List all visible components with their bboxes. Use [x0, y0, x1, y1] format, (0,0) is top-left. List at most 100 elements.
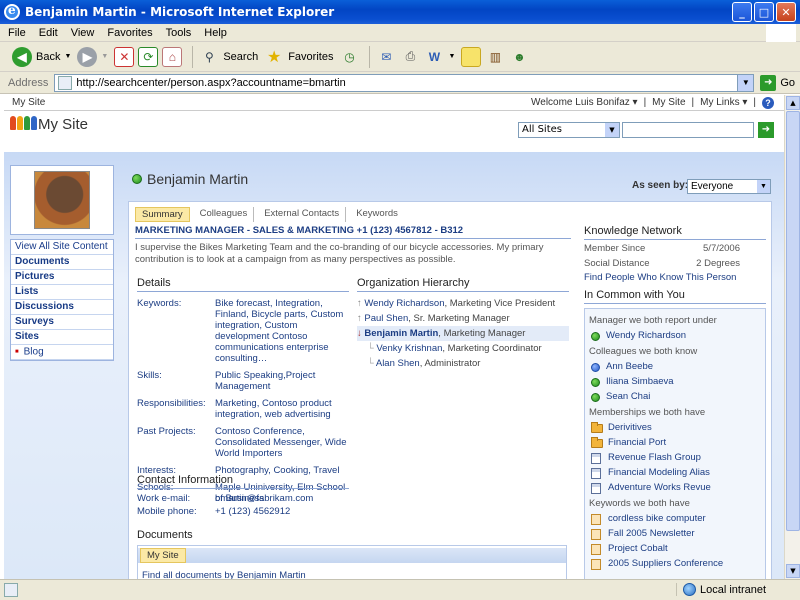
person-link[interactable]: Iliana Simbaeva [606, 376, 674, 388]
detail-value-skills[interactable]: Public Speaking,Project Management [215, 370, 349, 392]
tab-colleagues[interactable]: Colleagues [194, 207, 255, 222]
detail-value-past-projects[interactable]: Contoso Conference, Consolidated Messeng… [215, 426, 349, 459]
logo-bar [17, 116, 23, 130]
back-dropdown-icon[interactable]: ▼ [64, 53, 71, 60]
org-person-link[interactable]: Venky Krishnan [376, 343, 442, 354]
menu-help[interactable]: Help [204, 27, 227, 39]
back-button[interactable]: ◀ Back ▼ [12, 46, 71, 67]
detail-value-responsibilities[interactable]: Marketing, Contoso product integration, … [215, 398, 349, 420]
logo-bar [24, 116, 30, 130]
address-url[interactable]: http://searchcenter/person.aspx?accountn… [76, 77, 345, 89]
site-header: My Site All Sites ▼ ➜ [4, 112, 784, 152]
menu-tools[interactable]: Tools [166, 27, 192, 39]
profile-tabs: Summary Colleagues External Contacts Key… [135, 207, 404, 222]
refresh-icon[interactable]: ⟳ [138, 46, 159, 67]
membership-link[interactable]: Financial Modeling Alias [608, 467, 710, 479]
nav-lists[interactable]: Lists [11, 285, 113, 300]
details-section: Details Keywords: Bike forecast, Integra… [137, 277, 349, 504]
org-role: , Marketing Manager [438, 328, 526, 339]
print-icon[interactable]: ⎙ [400, 47, 420, 67]
contact-row: Work e-mail: bmartin@fabrikam.com [137, 493, 349, 504]
help-icon[interactable]: ? [762, 97, 774, 109]
forward-dropdown-icon[interactable]: ▼ [101, 53, 108, 60]
knowledge-heading: Knowledge Network [584, 225, 682, 237]
minimize-button[interactable]: _ [732, 2, 752, 22]
tab-keywords[interactable]: Keywords [350, 207, 404, 222]
org-person-link[interactable]: Alan Shen [376, 358, 420, 369]
topbar-site-link[interactable]: My Site [12, 97, 45, 108]
research-icon[interactable]: ▥ [485, 47, 505, 67]
close-button[interactable]: ✕ [776, 2, 796, 22]
edit-dropdown-icon[interactable]: ▼ [448, 53, 455, 60]
nav-documents[interactable]: Documents [11, 255, 113, 270]
nav-blog[interactable]: Blog [11, 345, 113, 360]
common-keyword: 2005 Suppliers Conference [589, 558, 761, 570]
documents-tab-my-site[interactable]: My Site [140, 548, 186, 563]
menu-file[interactable]: File [8, 27, 26, 39]
email-link[interactable]: bmartin@fabrikam.com [215, 493, 313, 504]
my-site-link[interactable]: My Site [652, 97, 685, 109]
history-icon[interactable]: ◷ [339, 47, 359, 67]
keyword-icon [591, 558, 601, 570]
org-person-link[interactable]: Paul Shen [364, 313, 408, 324]
membership-link[interactable]: Financial Port [608, 437, 666, 449]
membership-link[interactable]: Revenue Flash Group [608, 452, 701, 464]
view-all-site-content-link[interactable]: View All Site Content [11, 240, 113, 255]
member-since-label: Member Since [584, 243, 646, 254]
find-people-link[interactable]: Find People Who Know This Person [584, 272, 766, 283]
my-links-menu[interactable]: My Links ▾ [700, 97, 747, 109]
membership-link[interactable]: Derivitives [608, 422, 652, 434]
membership-link[interactable]: Adventure Works Revue [608, 482, 711, 494]
profile-tagline: MARKETING MANAGER - SALES & MARKETING +1… [135, 225, 464, 236]
keyword-link[interactable]: cordless bike computer [608, 513, 706, 525]
address-field[interactable]: http://searchcenter/person.aspx?accountn… [54, 73, 755, 92]
mail-icon[interactable]: ✉ [376, 47, 396, 67]
left-navigation: View All Site Content Documents Pictures… [10, 165, 114, 361]
scroll-up-icon[interactable]: ▲ [786, 96, 800, 110]
nav-pictures[interactable]: Pictures [11, 270, 113, 285]
detail-row: Past Projects: Contoso Conference, Conso… [137, 426, 349, 459]
menu-favorites[interactable]: Favorites [107, 27, 152, 39]
scroll-down-icon[interactable]: ▼ [786, 564, 800, 578]
person-link[interactable]: Ann Beebe [606, 361, 653, 373]
common-membership: Revenue Flash Group [589, 452, 761, 464]
tab-summary[interactable]: Summary [135, 207, 190, 222]
nav-sites[interactable]: Sites [11, 330, 113, 345]
favorites-button[interactable]: ★ Favorites [264, 47, 333, 67]
tab-external-contacts[interactable]: External Contacts [258, 207, 347, 222]
home-icon[interactable]: ⌂ [162, 46, 183, 67]
discuss-icon[interactable] [461, 46, 482, 67]
presence-online-icon[interactable] [132, 174, 142, 184]
site-search-go-icon[interactable]: ➜ [758, 122, 774, 138]
search-scope-select[interactable]: All Sites ▼ [518, 122, 620, 138]
edit-icon[interactable]: W [424, 47, 444, 67]
search-button[interactable]: ⚲ Search [199, 47, 258, 67]
menu-view[interactable]: View [71, 27, 95, 39]
chevron-down-icon[interactable]: ▼ [757, 180, 770, 193]
scroll-thumb[interactable] [786, 111, 800, 531]
org-person-link[interactable]: Wendy Richardson [364, 298, 444, 309]
stop-icon[interactable]: ✕ [114, 46, 135, 67]
find-documents-link[interactable]: Find all documents by Benjamin Martin [142, 570, 306, 579]
keyword-link[interactable]: 2005 Suppliers Conference [608, 558, 723, 570]
detail-value-keywords[interactable]: Bike forecast, Integration, Finland, Bic… [215, 298, 349, 364]
address-dropdown-icon[interactable]: ▼ [737, 74, 754, 91]
detail-key: Keywords: [137, 298, 182, 309]
keyword-link[interactable]: Project Cobalt [608, 543, 668, 555]
org-role: , Marketing Vice President [444, 298, 556, 309]
forward-button[interactable]: ▶ ▼ [77, 46, 108, 67]
nav-surveys[interactable]: Surveys [11, 315, 113, 330]
nav-discussions[interactable]: Discussions [11, 300, 113, 315]
menu-edit[interactable]: Edit [39, 27, 58, 39]
maximize-button[interactable]: □ [754, 2, 774, 22]
chevron-down-icon[interactable]: ▼ [605, 123, 619, 137]
seen-by-select[interactable]: Everyone ▼ [687, 179, 771, 194]
site-search-input[interactable] [622, 122, 754, 138]
messenger-icon[interactable]: ☻ [509, 47, 529, 67]
go-button[interactable]: ➜ Go [760, 74, 795, 91]
welcome-menu[interactable]: Welcome Luis Bonifaz ▾ [531, 97, 638, 109]
vertical-scrollbar[interactable]: ▲ ▼ [784, 95, 800, 579]
person-link[interactable]: Sean Chai [606, 391, 650, 403]
keyword-link[interactable]: Fall 2005 Newsletter [608, 528, 695, 540]
person-link[interactable]: Wendy Richardson [606, 330, 686, 342]
